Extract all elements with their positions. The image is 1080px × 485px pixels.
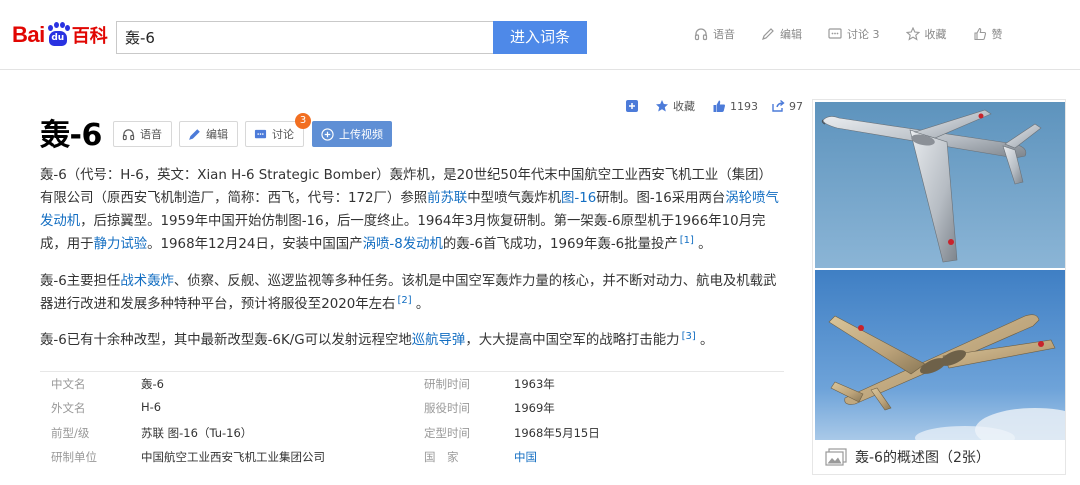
info-key: 研制时间: [424, 377, 470, 391]
info-value-link-china[interactable]: 中国: [514, 449, 537, 465]
meta-share-button[interactable]: 97: [771, 98, 803, 114]
meta-share-count: 97: [789, 99, 803, 113]
info-value: 1963年: [514, 377, 555, 391]
pencil-icon: [762, 28, 774, 40]
album-caption[interactable]: 轰-6的概述图（2张）: [813, 440, 1065, 474]
summary-text: ，大大提高中国空军的战略打击能力: [465, 333, 680, 348]
baidu-baike-logo[interactable]: Bai du 百科: [12, 17, 108, 53]
top-edit-label: 编辑: [780, 28, 802, 41]
top-voice-button[interactable]: 语音: [694, 26, 735, 42]
link-cruise-missile[interactable]: 巡航导弹: [412, 333, 466, 348]
summary-text: 。1968年12月24日，安装中国国产: [147, 237, 363, 252]
search-input[interactable]: [117, 22, 493, 53]
top-action-bar: 语音 编辑 讨论 3 收藏 赞: [694, 24, 1003, 44]
meta-collect-label: 收藏: [673, 100, 695, 113]
entry-edit-label: 编辑: [206, 128, 228, 141]
star-icon: [656, 100, 668, 112]
info-key: 研制单位: [51, 450, 97, 464]
summary-text: 轰-6已有十余种改型，其中最新改型轰-6K/G可以发射远程空地: [40, 333, 412, 348]
info-value: 中国航空工业西安飞机工业集团公司: [141, 450, 325, 464]
entry-voice-label: 语音: [140, 128, 162, 141]
upload-video-button[interactable]: 上传视频: [312, 121, 392, 147]
summary-text: 的轰-6首飞成功，1969年轰-6批量投产: [442, 237, 678, 252]
entry-discuss-label: 讨论: [272, 128, 294, 141]
summary-text: 轰-6主要担任: [40, 274, 121, 289]
info-row: 外文名 H-6 服役时间 1969年: [40, 400, 784, 424]
top-collect-button[interactable]: 收藏: [905, 26, 947, 42]
add-to-list-button[interactable]: [625, 98, 643, 114]
summary-paragraph-1: 轰-6（代号：H-6，英文：Xian H-6 Strategic Bomber）…: [40, 164, 780, 257]
top-header: Bai du 百科 进入词条 语音 编辑 讨论 3 收藏: [0, 0, 1080, 70]
bomber-photo-bottom[interactable]: [815, 270, 1065, 440]
info-value: 1968年5月15日: [514, 426, 600, 440]
info-key: 服役时间: [424, 401, 470, 415]
headphones-icon: [122, 128, 135, 140]
top-like-label: 赞: [991, 28, 1003, 41]
info-value: 轰-6: [141, 377, 164, 391]
info-row: 中文名 轰-6 研制时间 1963年: [40, 376, 784, 400]
search-field-wrapper: [116, 21, 493, 54]
logo-du-text: du: [51, 33, 65, 43]
logo-bai-text: Bai: [12, 22, 45, 47]
bomber-photo-top[interactable]: [815, 102, 1065, 268]
info-row: 前型/级 苏联 图-16（Tu-16） 定型时间 1968年5月15日: [40, 425, 784, 449]
reference-1[interactable]: [1]: [680, 235, 694, 246]
top-discuss-label: 讨论 3: [847, 28, 880, 41]
info-value: 1969年: [514, 401, 555, 415]
info-row: 研制单位 中国航空工业西安飞机工业集团公司 国 家 中国: [40, 449, 784, 473]
share-icon: [772, 99, 785, 112]
reference-2[interactable]: [2]: [397, 295, 411, 306]
logo-baike-text: 百科: [71, 26, 108, 47]
summary-paragraph-2: 轰-6主要担任战术轰炸、侦察、反舰、巡逻监视等多种任务。该机是中国空军轰炸力量的…: [40, 270, 780, 317]
discuss-count-badge: 3: [295, 113, 311, 129]
summary-text: 。: [693, 237, 712, 252]
album-caption-text: 轰-6的概述图（2张）: [855, 450, 990, 466]
plus-square-icon: [626, 100, 638, 112]
top-edit-button[interactable]: 编辑: [761, 26, 802, 42]
top-like-button[interactable]: 赞: [973, 26, 1003, 42]
link-wp-8-engine[interactable]: 涡喷-8发动机: [363, 237, 443, 252]
pencil-icon: [189, 128, 200, 140]
thumbs-up-outline-icon: [973, 27, 986, 41]
meta-like-count: 1193: [730, 99, 758, 113]
enter-entry-button[interactable]: 进入词条: [493, 21, 587, 54]
info-value: 苏联 图-16（Tu-16）: [141, 426, 253, 440]
top-voice-label: 语音: [713, 28, 735, 41]
meta-collect-button[interactable]: 收藏: [655, 98, 695, 114]
info-key: 国 家: [424, 450, 459, 464]
headphones-icon: [694, 28, 708, 41]
summary-text: 。: [411, 297, 430, 312]
thumbs-up-icon: [713, 100, 725, 112]
comment-icon: [254, 129, 267, 138]
info-key: 前型/级: [51, 426, 90, 440]
link-tu-16[interactable]: 图-16: [561, 191, 596, 206]
overview-album[interactable]: 轰-6的概述图（2张）: [812, 99, 1066, 475]
summary-text: 。: [695, 333, 714, 348]
top-collect-label: 收藏: [924, 28, 947, 41]
link-static-test[interactable]: 静力试验: [94, 237, 148, 252]
star-outline-icon: [905, 27, 920, 41]
comment-icon: [828, 28, 842, 39]
basic-info-table: 中文名 轰-6 研制时间 1963年 外文名 H-6 服役时间 1969年 前型…: [40, 371, 784, 471]
info-key: 外文名: [51, 401, 86, 415]
info-value: H-6: [141, 400, 162, 414]
link-tactical-bombing[interactable]: 战术轰炸: [120, 274, 174, 289]
info-key: 定型时间: [424, 426, 470, 440]
info-key: 中文名: [51, 377, 86, 391]
meta-like-button[interactable]: 1193: [712, 98, 758, 114]
summary-text: 研制。图-16采用两台: [596, 191, 726, 206]
top-discuss-button[interactable]: 讨论 3: [828, 26, 880, 42]
summary-text: 中型喷气轰炸机: [467, 191, 562, 206]
summary-paragraph-3: 轰-6已有十余种改型，其中最新改型轰-6K/G可以发射远程空地巡航导弹，大大提高…: [40, 329, 780, 353]
photo-album-icon: [825, 448, 847, 466]
upload-video-label: 上传视频: [339, 128, 383, 141]
plus-circle-icon: [321, 127, 334, 141]
paw-logo-icon: du: [46, 22, 70, 48]
entry-voice-button[interactable]: 语音: [113, 121, 172, 147]
entry-edit-button[interactable]: 编辑: [179, 121, 238, 147]
entry-title: 轰-6: [40, 118, 102, 153]
link-soviet-union[interactable]: 前苏联: [427, 191, 467, 206]
reference-3[interactable]: [3]: [682, 331, 696, 342]
